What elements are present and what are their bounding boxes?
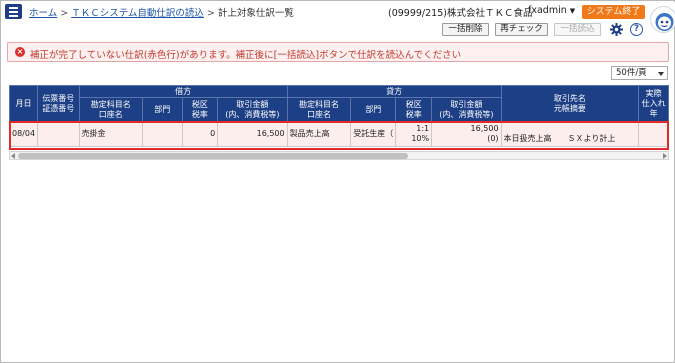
app-window: ホーム > ＴＫＣシステム自動仕訳の読込 > 計上対象仕訳一覧 (09999/215)株…	[0, 0, 675, 363]
chevron-down-icon	[658, 72, 664, 76]
table-row[interactable]: 08/04 売掛金 0 16,500 製品売上高 受託生産（ 1:1 10% 16…	[9, 121, 669, 147]
top-bar: ホーム > ＴＫＣシステム自動仕訳の読込 > 計上対象仕訳一覧 (09999/215)株…	[2, 2, 675, 33]
column-header-debit-tax[interactable]: 税区 税率	[181, 97, 219, 122]
error-message-bar: × 補正が完了していない仕訳(赤色行)があります。補正後に[一括読込]ボタンで仕…	[7, 42, 669, 62]
cell-credit-account[interactable]: 製品売上高	[286, 121, 352, 147]
error-message-text: 補正が完了していない仕訳(赤色行)があります。補正後に[一括読込]ボタンで仕訳を…	[30, 50, 462, 61]
bulk-read-button[interactable]: 一括読込	[554, 23, 601, 36]
header-line: 証憑番号	[42, 103, 75, 113]
header-line: 口座名	[98, 109, 123, 119]
per-page-value: 50件/頁	[616, 68, 647, 78]
gear-icon[interactable]	[610, 23, 623, 36]
help-icon[interactable]: ?	[630, 23, 643, 36]
column-header-debit-dept[interactable]: 部門	[142, 97, 183, 122]
hamburger-menu-icon[interactable]	[5, 4, 22, 19]
breadcrumb: ホーム > ＴＫＣシステム自動仕訳の読込 > 計上対象仕訳一覧	[29, 5, 294, 19]
header-line: 勘定科目名	[298, 99, 339, 109]
column-header-date[interactable]: 月日	[9, 85, 39, 122]
scrollbar-thumb[interactable]	[18, 153, 408, 159]
cell-date[interactable]: 08/04	[9, 121, 39, 147]
bulk-delete-button[interactable]: 一括削除	[442, 23, 489, 36]
header-line: (内、消費税等)	[225, 109, 280, 119]
breadcrumb-current: 計上対象仕訳一覧	[217, 8, 294, 19]
user-name: fxadmin	[528, 5, 567, 16]
ledger-summary: 本日扱売上高 ＳＸより計上	[503, 134, 616, 143]
column-header-voucher[interactable]: 伝票番号 証憑番号	[37, 85, 80, 122]
column-header-credit-amount[interactable]: 取引金額 (内、消費税等)	[431, 97, 502, 122]
column-header-debit-amount[interactable]: 取引金額 (内、消費税等)	[217, 97, 288, 122]
scroll-right-icon[interactable]	[663, 153, 667, 159]
breadcrumb-import-link[interactable]: ＴＫＣシステム自動仕訳の読込	[71, 8, 204, 19]
header-line: 実際	[645, 88, 662, 98]
header-line: 伝票番号	[42, 93, 75, 103]
header-line: 口座名	[306, 109, 331, 119]
system-end-button[interactable]: システム終了	[582, 5, 645, 19]
header-line: 元帳摘要	[553, 103, 586, 113]
cell-debit-amount[interactable]: 16,500	[217, 121, 288, 147]
column-header-actual[interactable]: 実際 仕入れ年	[638, 85, 669, 122]
user-menu[interactable]: fxadmin ▼	[528, 5, 575, 16]
cell-actual[interactable]	[638, 121, 669, 147]
recheck-button[interactable]: 再チェック	[495, 23, 548, 36]
chevron-down-icon: ▼	[569, 7, 576, 15]
column-header-credit-account[interactable]: 勘定科目名 口座名	[286, 97, 352, 122]
cell-credit-tax[interactable]: 1:1 10%	[395, 121, 433, 147]
company-name: (09999/215)株式会社ＴＫＣ食品	[388, 8, 533, 19]
header-line: 税区	[191, 99, 208, 109]
header-line: 取引金額	[450, 99, 483, 109]
credit-tax-amount: (0)	[487, 134, 499, 143]
cell-debit-tax[interactable]: 0	[181, 121, 219, 147]
header-line: 税区	[405, 99, 422, 109]
cell-voucher[interactable]	[37, 121, 80, 147]
cell-credit-dept[interactable]: 受託生産（	[350, 121, 397, 147]
header-line: 取引先名	[553, 93, 586, 103]
credit-amount: 16,500	[470, 124, 499, 133]
cell-debit-dept[interactable]	[142, 121, 183, 147]
header-line: 仕入れ年	[641, 98, 666, 118]
breadcrumb-separator: >	[60, 8, 69, 19]
toolbar: 一括削除 再チェック 一括読込 ?	[1, 23, 675, 39]
header-line: 勘定科目名	[90, 99, 131, 109]
cell-credit-amount[interactable]: 16,500 (0)	[431, 121, 502, 147]
header-line: 取引金額	[236, 99, 269, 109]
scroll-left-icon[interactable]	[11, 153, 15, 159]
credit-tax-rate: 10%	[411, 134, 430, 143]
cell-partner[interactable]: 本日扱売上高 ＳＸより計上	[500, 121, 640, 147]
column-header-partner[interactable]: 取引先名 元帳摘要	[500, 85, 640, 122]
credit-tax-code: 1:1	[416, 124, 430, 133]
header-line: 税率	[405, 109, 422, 119]
column-header-credit-tax[interactable]: 税区 税率	[395, 97, 433, 122]
breadcrumb-separator: >	[206, 8, 215, 19]
breadcrumb-home-link[interactable]: ホーム	[29, 8, 57, 19]
header-line: 税率	[191, 109, 208, 119]
horizontal-scrollbar[interactable]	[9, 151, 669, 160]
column-group-credit: 貸方	[286, 85, 502, 98]
header-line: (内、消費税等)	[439, 109, 494, 119]
per-page-select[interactable]: 50件/頁	[611, 66, 668, 80]
error-icon: ×	[15, 47, 25, 57]
column-header-credit-dept[interactable]: 部門	[350, 97, 397, 122]
column-header-debit-account[interactable]: 勘定科目名 口座名	[78, 97, 144, 122]
cell-debit-account[interactable]: 売掛金	[78, 121, 144, 147]
column-group-debit: 借方	[78, 85, 288, 98]
journal-table: 月日 伝票番号 証憑番号 借方 貸方 取引先名 元帳摘要 実際 仕入れ年 勘定科目名口…	[9, 85, 669, 160]
